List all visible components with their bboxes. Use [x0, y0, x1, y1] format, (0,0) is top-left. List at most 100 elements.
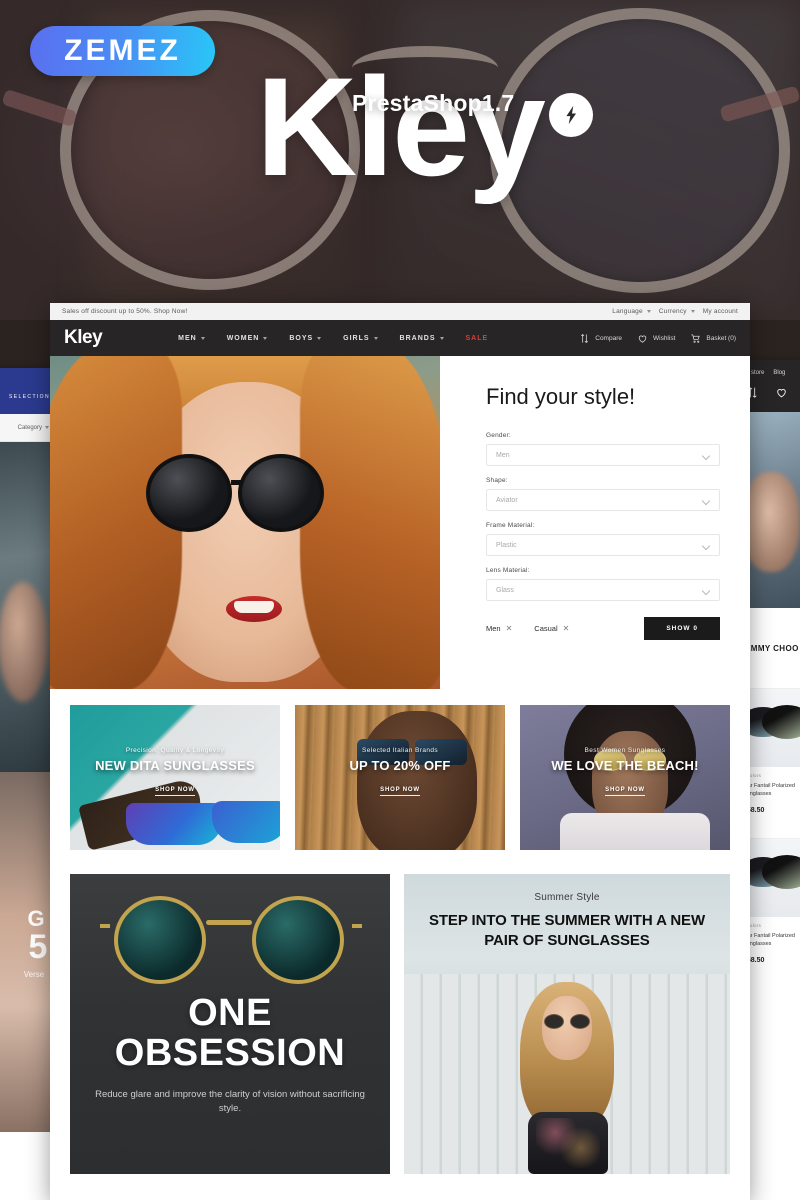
hero-banner: ZEMEZ Kley PrestaShop1.7: [0, 0, 800, 320]
navbar-actions: Compare Wishlist Basket (0): [579, 333, 736, 344]
chevron-down-icon: [703, 497, 710, 504]
promo-banner-beach[interactable]: Best Women Sunglasses WE LOVE THE BEACH!…: [520, 705, 730, 850]
style-finder-panel: Find your style! Gender: Men Shape: Avia…: [440, 356, 750, 689]
shop-now-link[interactable]: SHOP NOW: [155, 787, 195, 797]
gender-select[interactable]: Men: [486, 444, 720, 466]
left-blue-banner: [0, 368, 54, 414]
model-teeth: [234, 601, 274, 613]
field-label: Gender:: [486, 432, 511, 439]
frame-material-select[interactable]: Plastic: [486, 534, 720, 556]
close-icon[interactable]: ✕: [506, 624, 513, 633]
round-sunglasses-graphic: [100, 896, 362, 986]
banner-text: Selected Italian Brands UP TO 20% OFF SH…: [295, 747, 505, 797]
my-account-link[interactable]: My account: [703, 308, 738, 315]
field-label: Lens Material:: [486, 567, 530, 574]
left-banner-text: SELECTION: [9, 394, 50, 400]
chevron-down-icon: [200, 336, 205, 340]
currency-selector[interactable]: Currency: [659, 308, 695, 315]
shop-now-link[interactable]: SHOP NOW: [605, 787, 645, 797]
chevron-down-icon: [263, 336, 268, 340]
basket-button[interactable]: Basket (0): [690, 333, 736, 344]
currency-label: Currency: [658, 308, 687, 315]
left-category-label: Category: [17, 424, 42, 431]
nav-item-brands[interactable]: BRANDS: [400, 335, 444, 342]
announcement-text: Sales off discount up to 50%. Shop Now!: [62, 308, 188, 315]
gender-value: Men: [496, 451, 510, 459]
banner-text: Best Women Sunglasses WE LOVE THE BEACH!…: [520, 747, 730, 797]
field-frame-material: Frame Material: Plastic: [486, 522, 720, 556]
left-promo-line1: G: [27, 906, 45, 931]
chevron-down-icon: [45, 426, 49, 429]
banner-text: Precision, Quality & Longevity NEW DITA …: [70, 747, 280, 797]
cart-icon: [691, 333, 701, 343]
field-shape: Shape: Aviator: [486, 477, 720, 511]
left-promo-brand: Verse: [23, 970, 45, 979]
hero-product-title: Kley: [256, 48, 546, 205]
lightning-bolt-icon: [549, 93, 593, 137]
nav-label: BRANDS: [399, 334, 436, 342]
lens-material-select[interactable]: Glass: [486, 579, 720, 601]
nav-label: GIRLS: [343, 334, 370, 342]
obsession-headline: ONE OBSESSION: [88, 993, 372, 1074]
close-icon[interactable]: ✕: [563, 624, 570, 633]
language-label: Language: [612, 308, 643, 315]
style-finder-title: Find your style!: [486, 384, 636, 409]
heart-icon[interactable]: [775, 386, 788, 399]
field-label: Shape:: [486, 477, 508, 484]
nav-label: MEN: [178, 334, 197, 342]
promo-banner-discount[interactable]: Selected Italian Brands UP TO 20% OFF SH…: [295, 705, 505, 850]
basket-label: Basket (0): [706, 334, 736, 342]
template-preview-window: Sales off discount up to 50%. Shop Now! …: [50, 303, 750, 1200]
shop-now-link[interactable]: SHOP NOW: [380, 787, 420, 797]
shape-select[interactable]: Aviator: [486, 489, 720, 511]
nav-item-women[interactable]: WOMEN: [227, 335, 268, 342]
compare-button[interactable]: Compare: [579, 333, 622, 344]
wishlist-label: Wishlist: [652, 334, 676, 342]
chevron-down-icon: [373, 336, 378, 340]
summer-headline: STEP INTO THE SUMMER WITH A NEW PAIR OF …: [428, 912, 706, 950]
nav-item-men[interactable]: MEN: [178, 335, 205, 342]
field-gender: Gender: Men: [486, 432, 720, 466]
banner-title: NEW DITA SUNGLASSES: [95, 758, 255, 773]
nav-label: WOMEN: [226, 334, 260, 342]
summer-panel[interactable]: Summer Style STEP INTO THE SUMMER WITH A…: [404, 874, 730, 1174]
promo-banner-dita[interactable]: Precision, Quality & Longevity NEW DITA …: [70, 705, 280, 850]
obsession-panel[interactable]: ONE OBSESSION Reduce glare and improve t…: [70, 874, 390, 1174]
field-lens-material: Lens Material: Glass: [486, 567, 720, 601]
wishlist-button[interactable]: Wishlist: [637, 333, 675, 344]
left-promo-text: G 5 Verse: [0, 908, 54, 1038]
background-page-left: SELECTION Category G 5 Verse: [0, 368, 54, 1200]
promo-banner-row: Precision, Quality & Longevity NEW DITA …: [50, 689, 750, 850]
obsession-line-2: OBSESSION: [114, 1031, 346, 1074]
announcement-bar: Sales off discount up to 50%. Shop Now! …: [50, 303, 750, 320]
chevron-down-icon: [317, 336, 322, 340]
tag-men[interactable]: Men ✕: [486, 624, 512, 633]
tag-casual[interactable]: Casual ✕: [534, 624, 569, 633]
tag-label: Casual: [534, 624, 558, 633]
nav-item-boys[interactable]: BOYS: [289, 335, 322, 342]
summer-subtitle: Summer Style: [534, 892, 600, 903]
chevron-down-icon: [646, 310, 651, 313]
banner-subtitle: Selected Italian Brands: [361, 747, 439, 754]
selected-tags: Men ✕ Casual ✕ SHOW 0: [486, 617, 720, 640]
frame-material-value: Plastic: [496, 541, 517, 549]
left-category-dropdown[interactable]: Category: [0, 414, 54, 442]
summer-text: Summer Style STEP INTO THE SUMMER WITH A…: [404, 892, 730, 952]
hero-model-photo: [50, 356, 440, 689]
topbar-links: Language Currency My account: [612, 308, 738, 315]
banner-title: UP TO 20% OFF: [349, 758, 451, 773]
obsession-description: Reduce glare and improve the clarity of …: [95, 1088, 365, 1115]
nav-item-sale[interactable]: SALE: [466, 335, 489, 342]
right-nav-link-blog[interactable]: Blog: [773, 370, 785, 376]
nav-item-girls[interactable]: GIRLS: [343, 334, 378, 342]
my-account-label: My account: [702, 308, 738, 315]
main-menu: MEN WOMEN BOYS GIRLS BRANDS SALE: [178, 335, 488, 342]
hero-section: Find your style! Gender: Men Shape: Avia…: [50, 356, 750, 689]
banner-title: WE LOVE THE BEACH!: [551, 758, 699, 773]
chevron-down-icon: [690, 310, 695, 313]
banner-subtitle: Best Women Sunglasses: [584, 747, 666, 754]
language-selector[interactable]: Language: [612, 308, 651, 315]
show-results-button[interactable]: SHOW 0: [644, 617, 720, 640]
site-logo[interactable]: Kley: [64, 327, 103, 349]
lens-material-value: Glass: [496, 586, 514, 594]
